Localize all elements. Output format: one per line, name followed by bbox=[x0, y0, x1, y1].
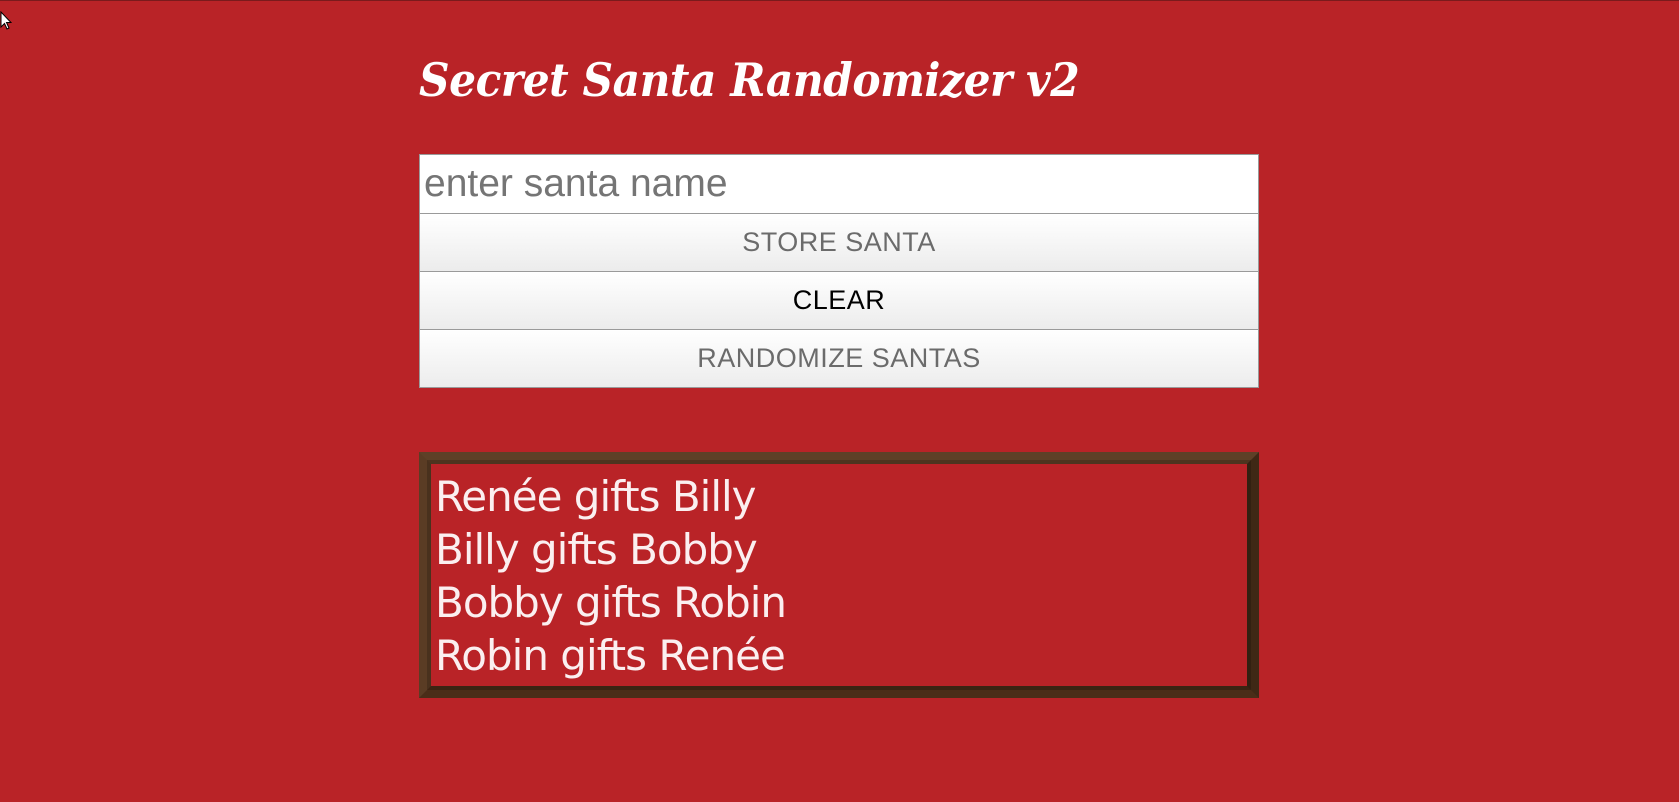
mouse-pointer-icon bbox=[0, 11, 12, 30]
santa-form-container: Secret Santa Randomizer v2 STORE SANTA C… bbox=[419, 41, 1259, 698]
result-pair: Bobby gifts Robin bbox=[435, 578, 787, 627]
randomize-santas-button[interactable]: RANDOMIZE SANTAS bbox=[419, 330, 1259, 388]
results-panel: Renée gifts Billy Billy gifts Bobby Bobb… bbox=[419, 452, 1259, 698]
page-title: Secret Santa Randomizer v2 bbox=[419, 53, 1080, 107]
page: Secret Santa Randomizer v2 STORE SANTA C… bbox=[0, 0, 1679, 802]
santa-name-input[interactable] bbox=[419, 154, 1259, 214]
store-santa-button[interactable]: STORE SANTA bbox=[419, 214, 1259, 272]
result-pair: Renée gifts Billy bbox=[435, 472, 757, 521]
result-pair: Robin gifts Renée bbox=[435, 631, 786, 680]
result-pair: Billy gifts Bobby bbox=[435, 525, 758, 574]
clear-button[interactable]: CLEAR bbox=[419, 272, 1259, 330]
